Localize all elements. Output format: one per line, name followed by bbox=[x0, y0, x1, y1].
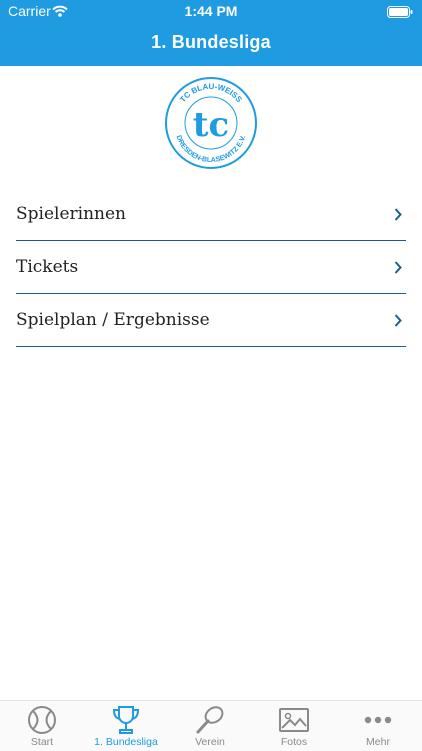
trophy-icon bbox=[112, 706, 140, 734]
menu-item-spielplan-ergebnisse[interactable]: Spielplan / Ergebnisse bbox=[16, 294, 406, 347]
menu-item-spielerinnen[interactable]: Spielerinnen bbox=[16, 188, 406, 241]
menu-item-tickets[interactable]: Tickets bbox=[16, 241, 406, 294]
status-time: 1:44 PM bbox=[184, 3, 238, 19]
chevron-right-icon bbox=[394, 208, 402, 226]
tab-start[interactable]: Start bbox=[0, 701, 84, 751]
tab-label: Mehr bbox=[366, 736, 390, 748]
chevron-right-icon bbox=[394, 261, 402, 279]
tab-label: Start bbox=[30, 736, 54, 748]
tab-label: 1. Bundesliga bbox=[94, 736, 158, 748]
tennis-ball-icon bbox=[28, 706, 56, 734]
menu-item-label: Spielplan / Ergebnisse bbox=[16, 310, 210, 330]
chevron-right-icon bbox=[394, 314, 402, 332]
tab-1-bundesliga[interactable]: 1. Bundesliga bbox=[84, 701, 168, 751]
tab-mehr[interactable]: Mehr bbox=[336, 701, 420, 751]
status-bar: Carrier 1:44 PM bbox=[0, 0, 422, 22]
club-logo: TC BLAU-WEISS DRESDEN-BLASEWITZ E.V. tc bbox=[164, 76, 258, 170]
menu-item-label: Spielerinnen bbox=[16, 204, 126, 224]
logo-monogram: tc bbox=[193, 105, 229, 145]
tab-verein[interactable]: Verein bbox=[168, 701, 252, 751]
tab-label: Fotos bbox=[280, 736, 308, 748]
tab-bar: Start 1. Bundesliga Verein Fotos Mehr bbox=[0, 700, 422, 751]
photo-icon bbox=[279, 708, 309, 732]
more-icon bbox=[364, 716, 392, 724]
tennis-racket-icon bbox=[196, 706, 224, 734]
menu-item-label: Tickets bbox=[16, 257, 79, 277]
tab-label: Verein bbox=[195, 736, 225, 748]
navigation-header: Carrier 1:44 PM 1. Bundesliga bbox=[0, 0, 422, 66]
menu-list: Spielerinnen Tickets Spielplan / Ergebni… bbox=[16, 188, 406, 347]
battery-icon bbox=[387, 5, 413, 23]
tab-fotos[interactable]: Fotos bbox=[252, 701, 336, 751]
page-title: 1. Bundesliga bbox=[151, 32, 271, 52]
